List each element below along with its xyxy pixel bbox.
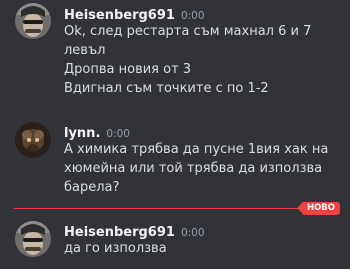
timestamp[interactable]: 0:00 xyxy=(106,128,130,140)
message-line: хюмейна или той трябва да използва xyxy=(64,161,323,176)
author-name[interactable]: Heisenberg691 xyxy=(64,225,175,240)
author-name[interactable]: Heisenberg691 xyxy=(64,8,175,23)
avatar[interactable] xyxy=(15,122,51,158)
timestamp[interactable]: 0:00 xyxy=(181,10,205,22)
timestamp[interactable]: 0:00 xyxy=(181,227,205,239)
message-line: Ok, след рестарта съм махнал 6 и 7 xyxy=(64,24,312,39)
message-content: Ok, след рестарта съм махнал 6 и 7 левъл… xyxy=(64,22,342,98)
message-line: левъл xyxy=(64,43,106,58)
message-content: да го използва xyxy=(64,239,342,258)
message-content: А химика трябва да пусне 1вия хак на хюм… xyxy=(64,140,342,197)
message-line: да го използва xyxy=(64,241,167,256)
avatar[interactable] xyxy=(15,221,51,257)
message-line: А химика трябва да пусне 1вия хак на xyxy=(64,142,329,157)
new-messages-divider xyxy=(14,208,340,209)
message-line: барела? xyxy=(64,180,120,195)
message-line: Вдигнал съм точките с по 1-2 xyxy=(64,81,269,96)
message-line: Дропва новия от 3 xyxy=(64,62,192,77)
new-messages-badge: НОВО xyxy=(296,202,340,215)
author-name[interactable]: lynn. xyxy=(64,126,100,141)
avatar[interactable] xyxy=(15,3,51,39)
